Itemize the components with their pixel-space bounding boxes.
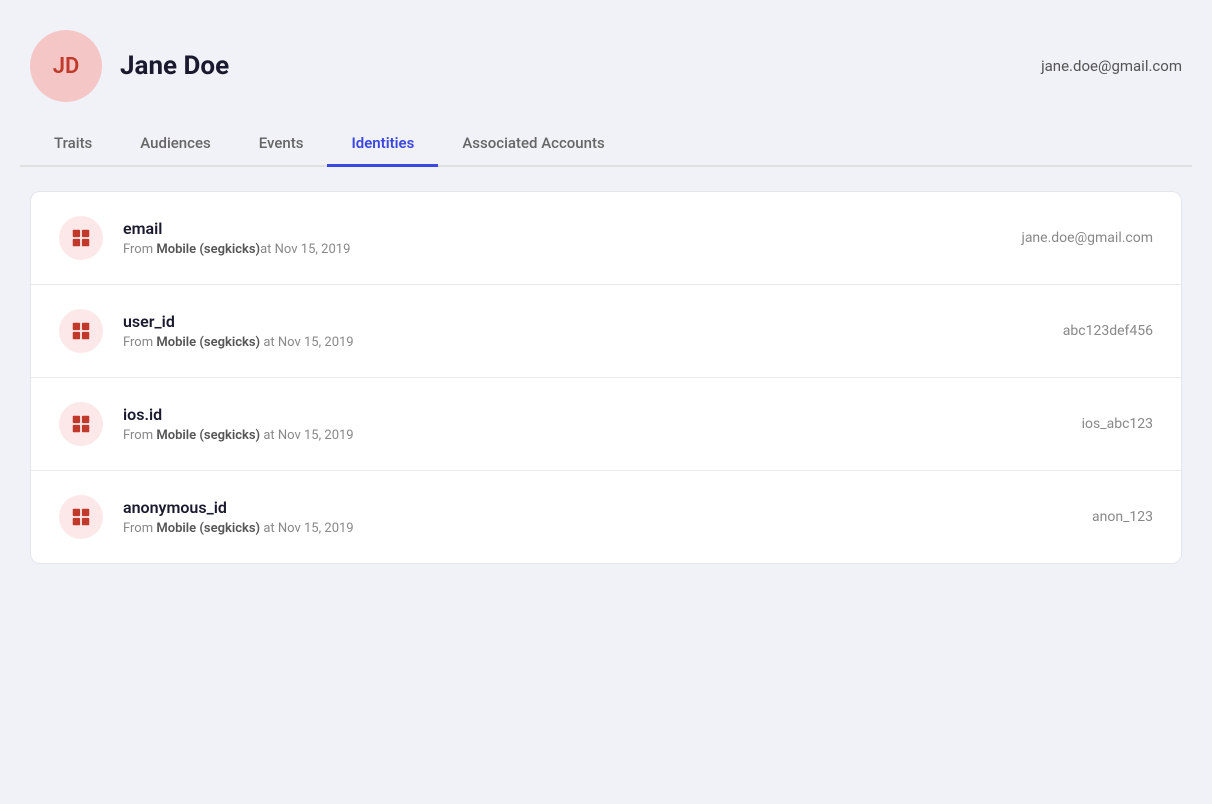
identity-row-userid: user_id From Mobile (segkicks) at Nov 15…: [31, 285, 1181, 378]
profile-email: jane.doe@gmail.com: [1041, 57, 1182, 75]
identity-value-userid: abc123def456: [1063, 323, 1153, 339]
identity-row-email: email From Mobile (segkicks)at Nov 15, 2…: [31, 192, 1181, 285]
profile-left: JD Jane Doe: [30, 30, 229, 102]
identity-icon-iosid: [59, 402, 103, 446]
identity-name-iosid: ios.id: [123, 405, 1062, 424]
identity-source-userid: From Mobile (segkicks) at Nov 15, 2019: [123, 335, 1043, 350]
profile-header: JD Jane Doe jane.doe@gmail.com: [20, 30, 1192, 122]
grid-icon-anonid: [70, 506, 92, 528]
identity-source-iosid: From Mobile (segkicks) at Nov 15, 2019: [123, 428, 1062, 443]
identity-info-email: email From Mobile (segkicks)at Nov 15, 2…: [123, 219, 1001, 257]
tab-associated-accounts[interactable]: Associated Accounts: [438, 122, 628, 167]
identity-icon-userid: [59, 309, 103, 353]
identity-value-anonid: anon_123: [1092, 509, 1153, 525]
identity-info-anonid: anonymous_id From Mobile (segkicks) at N…: [123, 498, 1072, 536]
identity-row-iosid: ios.id From Mobile (segkicks) at Nov 15,…: [31, 378, 1181, 471]
identity-row-anonid: anonymous_id From Mobile (segkicks) at N…: [31, 471, 1181, 563]
profile-name: Jane Doe: [120, 51, 229, 81]
tab-traits[interactable]: Traits: [30, 122, 116, 167]
page-container: JD Jane Doe jane.doe@gmail.com Traits Au…: [0, 0, 1212, 804]
identity-icon-email: [59, 216, 103, 260]
avatar: JD: [30, 30, 102, 102]
grid-icon-iosid: [70, 413, 92, 435]
identity-value-email: jane.doe@gmail.com: [1021, 230, 1153, 246]
identity-value-iosid: ios_abc123: [1082, 416, 1153, 432]
identity-source-bold-userid: Mobile (segkicks): [156, 335, 260, 350]
identity-name-email: email: [123, 219, 1001, 238]
identity-name-userid: user_id: [123, 312, 1043, 331]
identity-info-userid: user_id From Mobile (segkicks) at Nov 15…: [123, 312, 1043, 350]
identity-source-bold-iosid: Mobile (segkicks): [156, 428, 260, 443]
grid-icon-userid: [70, 320, 92, 342]
identity-info-iosid: ios.id From Mobile (segkicks) at Nov 15,…: [123, 405, 1062, 443]
identity-name-anonid: anonymous_id: [123, 498, 1072, 517]
tabs-container: Traits Audiences Events Identities Assoc…: [20, 122, 1192, 167]
identity-source-anonid: From Mobile (segkicks) at Nov 15, 2019: [123, 521, 1072, 536]
tab-events[interactable]: Events: [235, 122, 328, 167]
identity-source-email: From Mobile (segkicks)at Nov 15, 2019: [123, 242, 1001, 257]
tab-identities[interactable]: Identities: [327, 122, 438, 167]
tab-audiences[interactable]: Audiences: [116, 122, 234, 167]
identities-card: email From Mobile (segkicks)at Nov 15, 2…: [30, 191, 1182, 564]
grid-icon: [70, 227, 92, 249]
identity-icon-anonid: [59, 495, 103, 539]
identity-source-bold-anonid: Mobile (segkicks): [156, 521, 260, 536]
identity-source-bold-email: Mobile (segkicks): [156, 242, 260, 257]
